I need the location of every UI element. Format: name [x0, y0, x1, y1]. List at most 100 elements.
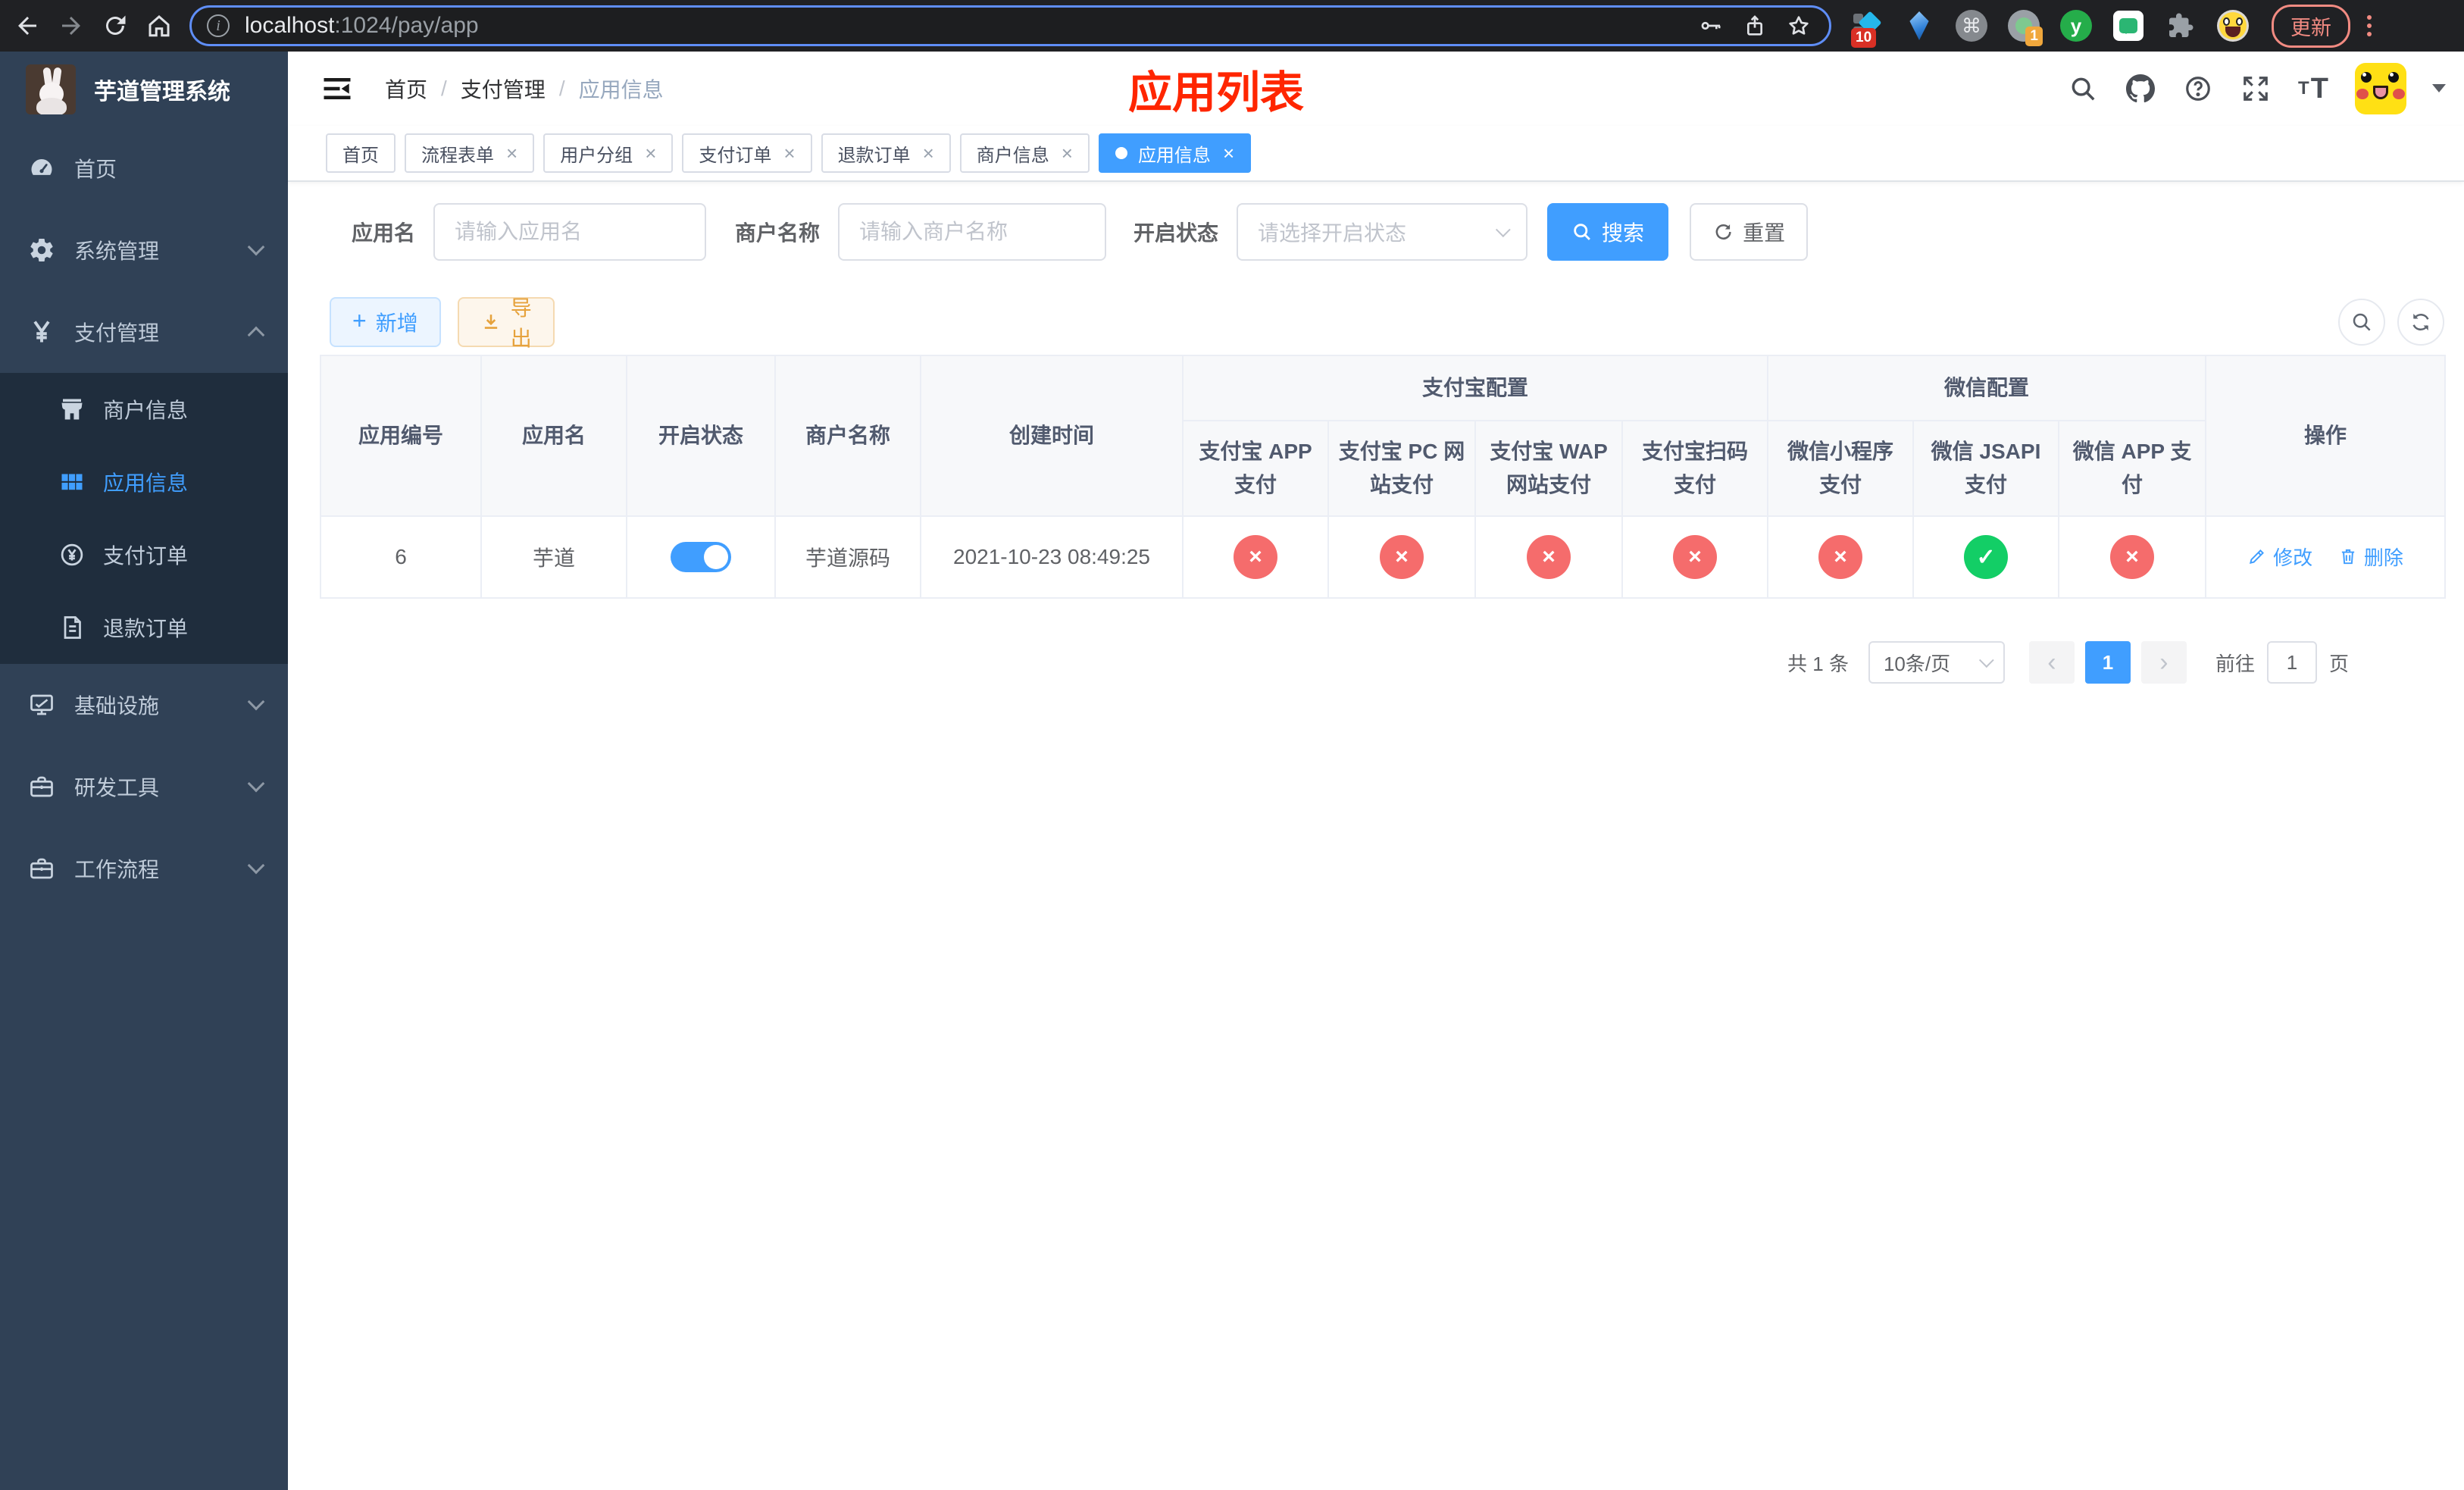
sidebar-item-label: 支付订单 [103, 544, 189, 568]
help-icon[interactable] [2182, 73, 2214, 105]
extension-badge: 10 [1851, 28, 1877, 48]
browser-back-icon[interactable] [11, 9, 44, 42]
password-key-icon[interactable] [1696, 11, 1726, 41]
table-toolbar: + 新增 导出 [330, 296, 2444, 350]
refresh-button[interactable] [2397, 299, 2444, 346]
goto-page-input[interactable] [2266, 641, 2317, 684]
cell-alipay-pc-status: × [1327, 515, 1476, 599]
app-name-input[interactable] [433, 203, 707, 261]
breadcrumb-home[interactable]: 首页 [385, 74, 427, 104]
extension-gem-icon[interactable] [1903, 10, 1935, 42]
show-search-button[interactable] [2338, 299, 2385, 346]
filter-bar: 应用名 商户名称 开启状态 请选择开启状态 搜索 重置 [352, 203, 2444, 261]
browser-home-icon[interactable] [142, 9, 176, 42]
sidebar-item-dev-tools[interactable]: 研发工具 [0, 746, 288, 828]
prev-page-button[interactable]: ‹ [2028, 641, 2075, 684]
browser-update-button[interactable]: 更新 [2272, 4, 2350, 48]
chevron-down-icon [247, 775, 265, 793]
next-page-button[interactable]: › [2140, 641, 2187, 684]
col-header-alipay-pc: 支付宝 PC 网站支付 [1327, 420, 1476, 517]
tab-refund-order[interactable]: 退款订单 × [821, 133, 951, 173]
address-bar[interactable]: i localhost:1024/pay/app [189, 5, 1831, 46]
edit-link[interactable]: 修改 [2247, 543, 2312, 571]
tab-app-info[interactable]: 应用信息 × [1098, 133, 1252, 173]
close-icon[interactable]: × [506, 143, 518, 163]
font-size-icon[interactable]: TT [2297, 73, 2329, 105]
sidebar-item-label: 系统管理 [74, 239, 160, 263]
tab-user-group[interactable]: 用户分组 × [543, 133, 674, 173]
search-button[interactable]: 搜索 [1547, 203, 1669, 261]
tab-home[interactable]: 首页 [326, 133, 396, 173]
breadcrumb-payment[interactable]: 支付管理 [461, 74, 546, 104]
delete-link[interactable]: 删除 [2338, 543, 2403, 571]
dashboard-icon [27, 154, 56, 183]
grid-icon [58, 468, 86, 496]
extensions-area: 10 ⌘ 1 y [1851, 10, 2249, 48]
group-header-wechat: 微信配置 [1767, 355, 2207, 421]
sidebar-item-system[interactable]: 系统管理 [0, 209, 288, 291]
cell-wx-jsapi-status: ✓ [1912, 515, 2060, 599]
page-title-annotation: 应用列表 [1127, 68, 1305, 117]
extension-y-icon[interactable]: y [2060, 10, 2092, 42]
extension-grid-diamond-icon[interactable]: 10 [1851, 10, 1883, 48]
browser-forward-icon[interactable] [55, 9, 88, 42]
close-icon[interactable]: × [645, 143, 656, 163]
plus-icon: + [352, 307, 367, 334]
sidebar: 芋道管理系统 首页系统管理支付管理 商户信息 应用信息支付订单退款订单 基础设施 研发工… [0, 52, 288, 1490]
tab-process-form[interactable]: 流程表单 × [405, 133, 535, 173]
avatar-caret-down-icon[interactable] [2432, 84, 2446, 99]
sidebar-item-refund-order[interactable]: 退款订单 [0, 591, 288, 664]
col-header-alipay-app: 支付宝 APP 支付 [1182, 420, 1329, 517]
sidebar-item-app-info[interactable]: 应用信息 [0, 446, 288, 518]
extension-chat-icon[interactable] [2112, 10, 2144, 42]
github-icon[interactable] [2125, 73, 2156, 105]
current-page-button[interactable]: 1 [2084, 641, 2131, 684]
tab-label: 支付订单 [699, 145, 772, 166]
extension-command-icon[interactable]: ⌘ [1956, 10, 1987, 42]
sidebar-item-merchant-info[interactable]: 商户信息 [0, 373, 288, 446]
sidebar-item-infrastructure[interactable]: 基础设施 [0, 664, 288, 746]
close-icon[interactable]: × [1223, 143, 1234, 163]
fullscreen-icon[interactable] [2240, 73, 2272, 105]
user-avatar[interactable] [2355, 63, 2406, 114]
reset-button[interactable]: 重置 [1690, 203, 1809, 261]
chevron-up-icon [247, 326, 265, 344]
tab-payment-order[interactable]: 支付订单 × [682, 133, 812, 173]
search-icon[interactable] [2067, 73, 2099, 105]
export-button[interactable]: 导出 [457, 296, 555, 350]
sidebar-item-home[interactable]: 首页 [0, 127, 288, 209]
sidebar-item-payment-order[interactable]: 支付订单 [0, 518, 288, 591]
page-size-select[interactable]: 10条/页 [1868, 641, 2005, 684]
rabbit-logo [26, 64, 76, 114]
browser-menu-icon[interactable] [2367, 15, 2372, 36]
search-icon [1574, 224, 1590, 240]
close-icon[interactable]: × [923, 143, 934, 163]
merchant-name-label: 商户名称 [735, 221, 821, 245]
app-name-label: 应用名 [352, 221, 416, 245]
status-label: 开启状态 [1134, 221, 1219, 245]
add-button[interactable]: + 新增 [330, 297, 441, 347]
extension-recorder-icon[interactable]: 1 [2008, 10, 2043, 46]
bookmark-star-icon[interactable] [1784, 11, 1814, 41]
profile-avatar-icon[interactable] [2217, 10, 2249, 42]
site-info-icon[interactable]: i [207, 14, 230, 37]
tags-bar: 首页 流程表单 × 用户分组 × 支付订单 × 退款订单 × 商户信息 × 应用信息 × [288, 126, 2464, 182]
tab-merchant-info[interactable]: 商户信息 × [959, 133, 1090, 173]
merchant-name-input[interactable] [838, 203, 1107, 261]
browser-reload-icon[interactable] [98, 9, 132, 42]
status-toggle[interactable] [671, 542, 731, 572]
share-icon[interactable] [1740, 11, 1770, 41]
close-icon[interactable]: × [1062, 143, 1073, 163]
extensions-puzzle-icon[interactable] [2165, 10, 2197, 42]
app-logo-row[interactable]: 芋道管理系统 [0, 52, 288, 127]
tab-label: 退款订单 [837, 145, 911, 166]
sidebar-item-payment[interactable]: 支付管理 [0, 291, 288, 373]
status-select[interactable]: 请选择开启状态 [1237, 203, 1528, 261]
data-table: 应用编号 应用名 开启状态 商户名称 创建时间 支付宝配置 微信配置 操作 支付… [320, 355, 2447, 599]
sidebar-item-workflow[interactable]: 工作流程 [0, 828, 288, 909]
sidebar-fold-icon[interactable] [321, 73, 353, 105]
chevron-down-icon [1495, 222, 1511, 238]
shop-icon [58, 395, 86, 424]
close-icon[interactable]: × [783, 143, 795, 163]
chevron-down-icon [247, 238, 265, 256]
